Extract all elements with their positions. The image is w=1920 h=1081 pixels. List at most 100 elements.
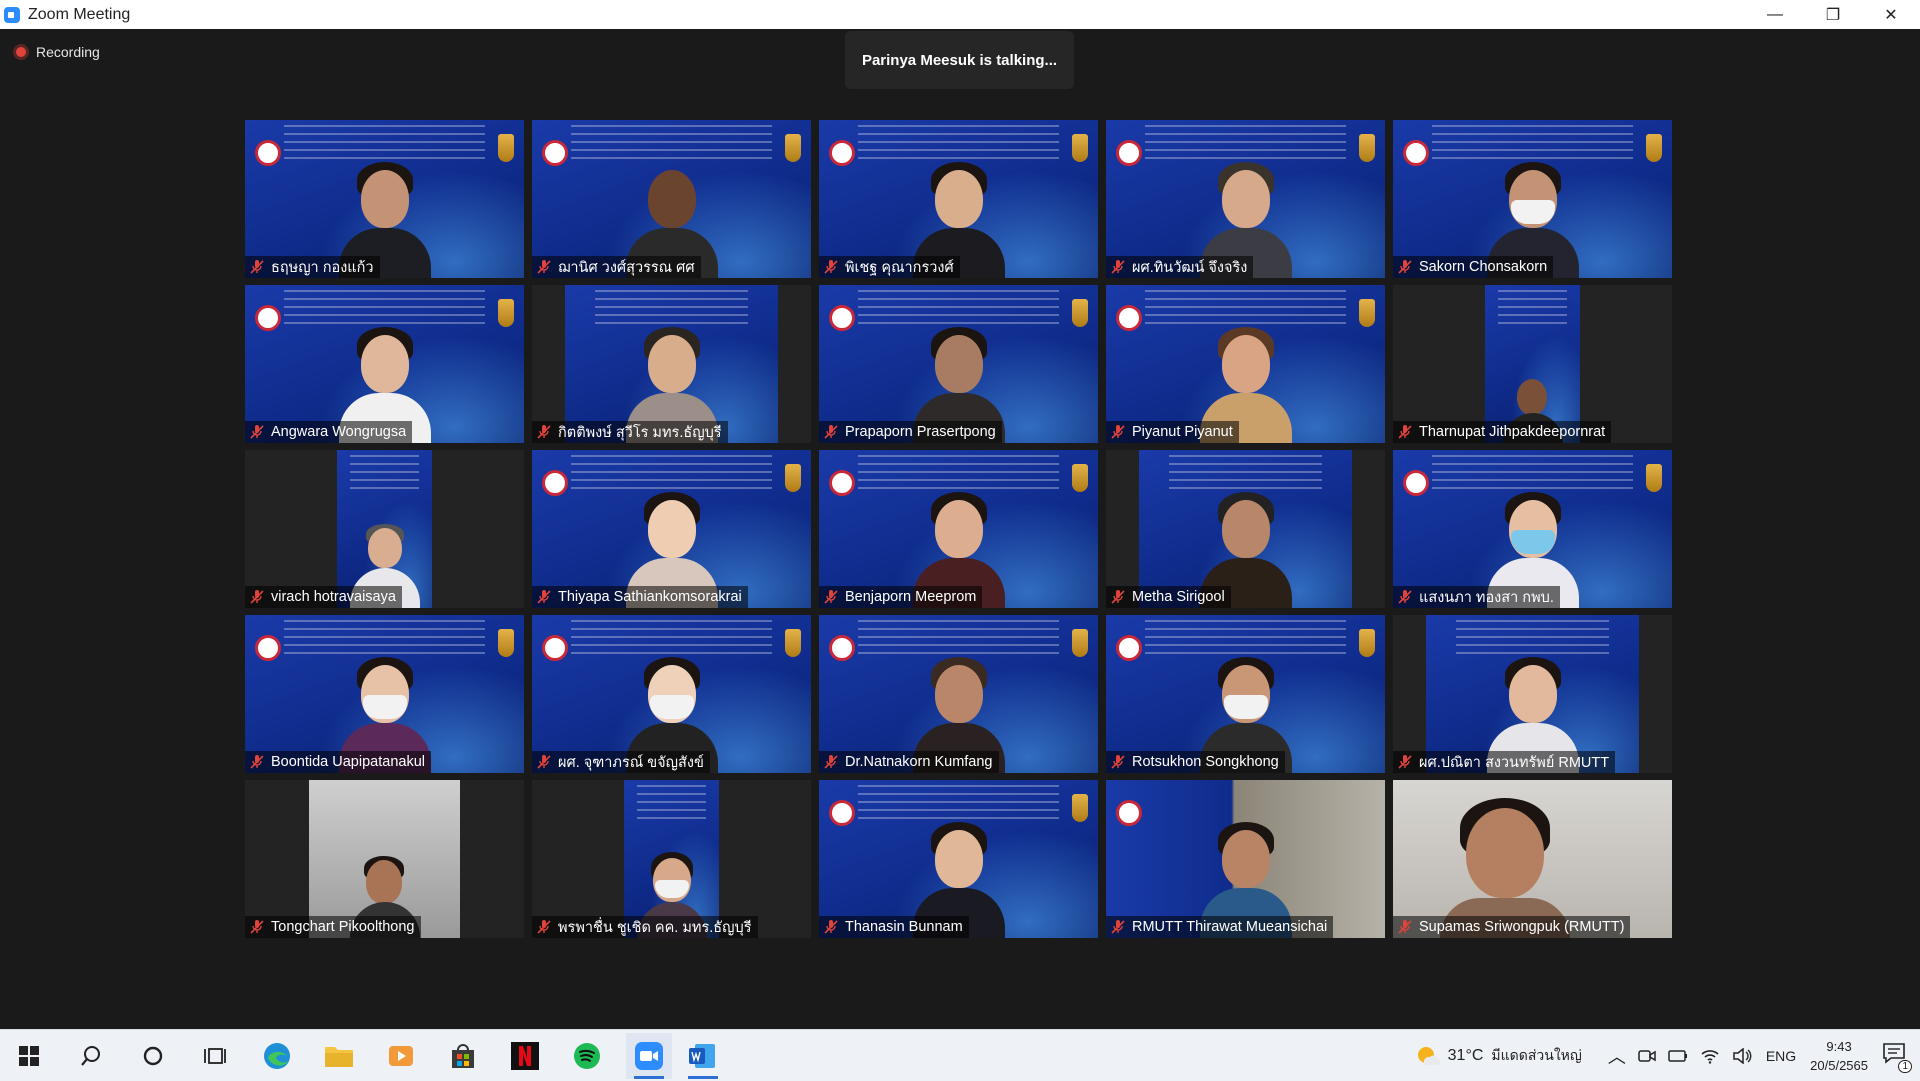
participant-tile[interactable]: Sakorn Chonsakorn [1393, 120, 1672, 278]
participant-name: Benjaporn Meeprom [845, 589, 977, 605]
muted-mic-icon [537, 920, 551, 934]
taskbar-app-netflix[interactable] [502, 1033, 548, 1079]
wifi-icon[interactable] [1700, 1048, 1720, 1064]
participant-tile[interactable]: กิตติพงษ์ สุวีโร มทร.ธัญบุรี [532, 285, 811, 443]
participant-name: ผศ.ทินวัฒน์ จึงจริง [1132, 259, 1248, 276]
participant-tile[interactable]: Rotsukhon Songkhong [1106, 615, 1385, 773]
participant-name: ผศ.ปณิตา สงวนทรัพย์ RMUTT [1419, 754, 1610, 771]
emblem-icon [1072, 629, 1088, 657]
taskbar-app-zoom[interactable] [626, 1032, 672, 1079]
participant-tile[interactable]: Boontida Uapipatanakul [245, 615, 524, 773]
emblem-icon [785, 134, 801, 162]
participant-video [1485, 285, 1580, 443]
participant-video [1393, 120, 1672, 278]
participant-tile[interactable]: Angwara Wongrugsa [245, 285, 524, 443]
participant-tile[interactable]: Thanasin Bunnam [819, 780, 1098, 938]
university-seal-icon [255, 635, 281, 661]
taskbar-app-file-explorer[interactable] [316, 1033, 362, 1079]
university-seal-icon [1116, 140, 1142, 166]
input-language[interactable]: ENG [1766, 1048, 1796, 1064]
participant-video [309, 780, 460, 938]
emblem-icon [785, 464, 801, 492]
muted-mic-icon [824, 590, 838, 604]
clock[interactable]: 9:43 20/5/2565 [1810, 1037, 1868, 1075]
clock-date: 20/5/2565 [1810, 1057, 1868, 1073]
folder-icon [325, 1046, 353, 1067]
emblem-icon [785, 629, 801, 657]
cortana-button[interactable] [130, 1033, 176, 1079]
taskbar-app-edge[interactable] [254, 1033, 300, 1079]
participant-name: RMUTT Thirawat Mueansichai [1132, 919, 1328, 935]
participant-tile[interactable]: ผศ.ปณิตา สงวนทรัพย์ RMUTT [1393, 615, 1672, 773]
participant-tile[interactable]: Metha Sirigool [1106, 450, 1385, 608]
participant-tile[interactable]: แสงนภา ทองสา กพบ. [1393, 450, 1672, 608]
participant-tile[interactable]: ธฤษญา กองแก้ว [245, 120, 524, 278]
participant-video [1106, 780, 1385, 938]
emblem-icon [1646, 134, 1662, 162]
taskbar-app-store[interactable] [440, 1033, 486, 1079]
participant-video [1139, 450, 1352, 608]
word-icon [689, 1043, 715, 1068]
minimize-button[interactable]: — [1746, 0, 1804, 29]
media-player-icon [389, 1045, 413, 1066]
active-speaker-banner: Parinya Meesuk is talking... [845, 31, 1074, 89]
taskbar-app-spotify[interactable] [564, 1033, 610, 1079]
participant-tile[interactable]: Tharnupat Jithpakdeepornrat [1393, 285, 1672, 443]
weather-widget[interactable]: 31°C มีแดดส่วนใหญ่ [1414, 1043, 1582, 1069]
participant-tile[interactable]: ผศ. จุฑาภรณ์ ขจัญสังข์ [532, 615, 811, 773]
taskbar-app-word[interactable] [680, 1033, 726, 1079]
participant-tile[interactable]: virach hotravaisaya [245, 450, 524, 608]
chevron-up-icon[interactable]: ︿ [1608, 1043, 1626, 1069]
window-title: Zoom Meeting [28, 5, 131, 23]
participant-video [819, 780, 1098, 938]
participant-video [245, 285, 524, 443]
participant-name: Metha Sirigool [1132, 589, 1225, 605]
participant-tile[interactable]: Tongchart Pikoolthong [245, 780, 524, 938]
participant-tile[interactable]: ฌานิศ วงศ์สุวรรณ ศศ [532, 120, 811, 278]
university-seal-icon [1116, 305, 1142, 331]
university-seal-icon [829, 140, 855, 166]
search-button[interactable] [68, 1033, 114, 1079]
participant-name: Rotsukhon Songkhong [1132, 754, 1279, 770]
muted-mic-icon [1111, 425, 1125, 439]
muted-mic-icon [250, 425, 264, 439]
close-button[interactable]: ✕ [1862, 0, 1920, 29]
participant-name: พรพาชื่น ชูเชิด คค. มทร.ธัญบุรี [558, 919, 752, 936]
participant-name: Supamas Sriwongpuk (RMUTT) [1419, 919, 1625, 935]
search-icon [81, 1045, 100, 1066]
recording-indicator[interactable]: Recording [16, 44, 100, 60]
restore-button[interactable]: ❐ [1804, 0, 1862, 29]
taskbar-app-media-player[interactable] [378, 1033, 424, 1079]
emblem-icon [1072, 299, 1088, 327]
participant-tile[interactable]: ผศ.ทินวัฒน์ จึงจริง [1106, 120, 1385, 278]
participant-tile[interactable]: Supamas Sriwongpuk (RMUTT) [1393, 780, 1672, 938]
participant-tile[interactable]: Benjaporn Meeprom [819, 450, 1098, 608]
university-seal-icon [255, 140, 281, 166]
participant-video [565, 285, 778, 443]
notification-center-button[interactable]: 1 [1882, 1042, 1912, 1073]
window-controls: — ❐ ✕ [1746, 0, 1920, 29]
volume-icon[interactable] [1732, 1047, 1752, 1064]
zoom-app-icon [635, 1041, 663, 1070]
participant-tile[interactable]: Prapaporn Prasertpong [819, 285, 1098, 443]
participant-tile[interactable]: พรพาชื่น ชูเชิด คค. มทร.ธัญบุรี [532, 780, 811, 938]
participant-tile[interactable]: Piyanut Piyanut [1106, 285, 1385, 443]
participant-tile[interactable]: พิเชฐ คุณากรวงศ์ [819, 120, 1098, 278]
zoom-logo-icon [4, 6, 20, 23]
participant-name: พิเชฐ คุณากรวงศ์ [845, 259, 954, 276]
participant-video [1393, 780, 1672, 938]
participant-video [1106, 120, 1385, 278]
participant-video [245, 615, 524, 773]
muted-mic-icon [250, 755, 264, 769]
battery-icon[interactable] [1668, 1049, 1688, 1063]
participant-tile[interactable]: Dr.Natnakorn Kumfang [819, 615, 1098, 773]
participant-tile[interactable]: RMUTT Thirawat Mueansichai [1106, 780, 1385, 938]
task-view-button[interactable] [192, 1033, 238, 1079]
participant-name: กิตติพงษ์ สุวีโร มทร.ธัญบุรี [558, 424, 722, 441]
muted-mic-icon [1111, 755, 1125, 769]
netflix-icon [511, 1041, 539, 1070]
meet-now-icon[interactable] [1638, 1047, 1656, 1065]
start-button[interactable] [6, 1033, 52, 1079]
participant-name: Prapaporn Prasertpong [845, 424, 996, 440]
participant-tile[interactable]: Thiyapa Sathiankomsorakrai [532, 450, 811, 608]
